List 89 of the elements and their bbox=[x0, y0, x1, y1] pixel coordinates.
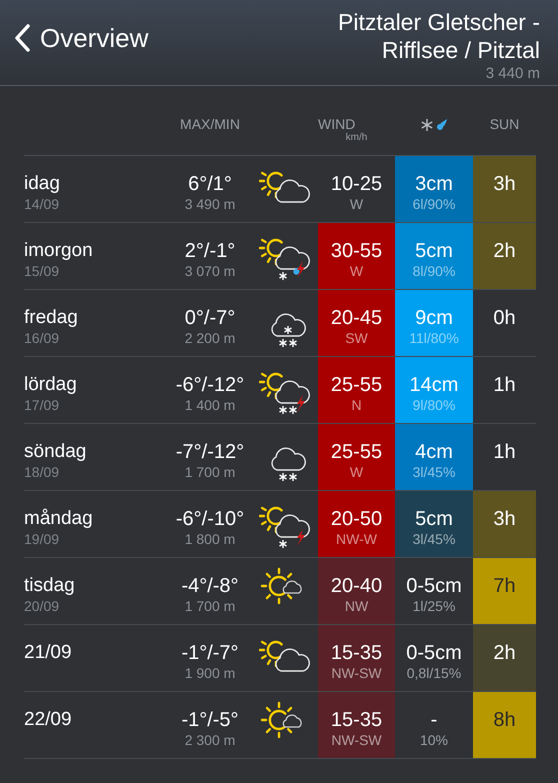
column-header: WIND bbox=[318, 116, 356, 132]
back-button[interactable]: Overview bbox=[12, 0, 148, 76]
altitude-label: 1 700 m bbox=[184, 597, 236, 615]
wind-direction: NW bbox=[344, 597, 368, 615]
wind-cell-value: 20-40 bbox=[330, 575, 382, 597]
column-header: MAX/MIN bbox=[179, 116, 241, 132]
precipitation-detail: 0,8l/15% bbox=[406, 664, 462, 682]
day-label: måndag bbox=[24, 508, 94, 530]
resort-title: Pitztaler Gletscher - Rifflsee / Pitztal bbox=[337, 8, 540, 64]
wind-direction: W bbox=[350, 262, 364, 280]
date-label: 20/09 bbox=[24, 597, 60, 615]
altitude-label: 3 440 m bbox=[486, 64, 540, 84]
precipitation-detail: 3l/45% bbox=[412, 463, 456, 481]
temperature-range: -4°/-8° bbox=[181, 575, 239, 597]
day-label: 21/09 bbox=[24, 642, 73, 664]
day-label: 22/09 bbox=[24, 709, 73, 731]
snow-cell-value: 5cm bbox=[415, 240, 453, 262]
wind-cell-value: 30-55 bbox=[330, 240, 382, 262]
date-label: 19/09 bbox=[24, 530, 60, 548]
precipitation-detail: 10% bbox=[420, 731, 448, 749]
sun-cell-value: 7h bbox=[493, 575, 516, 597]
sun-cell-value: 0h bbox=[493, 307, 516, 329]
sun-cell-value: 1h bbox=[493, 374, 516, 396]
snow-cell-value: 14cm bbox=[410, 374, 458, 396]
precipitation-detail: 3l/45% bbox=[412, 530, 456, 548]
chevron-left-icon bbox=[12, 23, 32, 53]
altitude-label: 1 800 m bbox=[184, 530, 236, 548]
temperature-range: 2°/-1° bbox=[184, 240, 236, 262]
raindrop-icon bbox=[436, 118, 448, 132]
temperature-range: 0°/-7° bbox=[184, 307, 236, 329]
day-label: imorgon bbox=[24, 240, 94, 262]
sun-cell-value: 8h bbox=[493, 709, 516, 731]
wind-direction: NW-SW bbox=[331, 664, 382, 682]
snow-cell-value: 0-5cm bbox=[406, 575, 462, 597]
sun-cell-value: 1h bbox=[493, 441, 516, 463]
temperature-range: -6°/-12° bbox=[176, 374, 244, 396]
wind-direction: NW-W bbox=[336, 530, 377, 548]
precipitation-detail: 11l/80% bbox=[409, 329, 459, 347]
date-label: 14/09 bbox=[24, 195, 60, 213]
sun-cell-value: 3h bbox=[493, 173, 516, 195]
altitude-label: 3 070 m bbox=[184, 262, 236, 280]
altitude-label: 1 400 m bbox=[184, 396, 236, 414]
temperature-range: -7°/-12° bbox=[176, 441, 244, 463]
day-label: fredag bbox=[24, 307, 79, 329]
snow-cell-value: 9cm bbox=[415, 307, 453, 329]
wind-cell-value: 25-55 bbox=[330, 441, 382, 463]
sun-cell-value: 3h bbox=[493, 508, 516, 530]
wind-direction: W bbox=[350, 195, 364, 213]
precipitation-detail: 8l/90% bbox=[412, 262, 456, 280]
snow-cell-value: 0-5cm bbox=[406, 642, 462, 664]
day-label: idag bbox=[24, 173, 61, 195]
altitude-label: 1 900 m bbox=[184, 664, 236, 682]
wind-direction: NW-SW bbox=[331, 731, 382, 749]
snow-cell-value: 3cm bbox=[415, 173, 453, 195]
temperature-range: -6°/-10° bbox=[176, 508, 244, 530]
day-label: tisdag bbox=[24, 575, 76, 597]
altitude-label: 2 300 m bbox=[184, 731, 236, 749]
wind-cell-value: 20-45 bbox=[330, 307, 382, 329]
date-label: 16/09 bbox=[24, 329, 60, 347]
precipitation-detail: 6l/90% bbox=[412, 195, 456, 213]
snow-cell-value: 5cm bbox=[415, 508, 453, 530]
wind-cell-value: 10-25 bbox=[330, 173, 382, 195]
snow-cell-value: - bbox=[430, 709, 438, 731]
date-label: 18/09 bbox=[24, 463, 60, 481]
altitude-label: 3 490 m bbox=[184, 195, 236, 213]
wind-direction: W bbox=[350, 463, 364, 481]
sun-cell-value: 2h bbox=[493, 642, 516, 664]
temperature-range: 6°/1° bbox=[188, 173, 232, 195]
temperature-range: -1°/-7° bbox=[181, 642, 239, 664]
date-label: 15/09 bbox=[24, 262, 60, 280]
altitude-label: 1 700 m bbox=[184, 463, 236, 481]
wind-direction: N bbox=[351, 396, 362, 414]
unit-label: km/h bbox=[346, 132, 368, 143]
column-header: SUN bbox=[488, 116, 520, 132]
precipitation-detail: 1l/25% bbox=[412, 597, 456, 615]
snow-cell-value: 4cm bbox=[415, 441, 453, 463]
wind-cell-value: 20-50 bbox=[330, 508, 382, 530]
temperature-range: -1°/-5° bbox=[181, 709, 239, 731]
day-label: söndag bbox=[24, 441, 88, 463]
snowflake-icon bbox=[420, 118, 434, 132]
date-label: 17/09 bbox=[24, 396, 60, 414]
wind-cell-value: 15-35 bbox=[330, 709, 382, 731]
altitude-label: 2 200 m bbox=[184, 329, 236, 347]
wind-cell-value: 15-35 bbox=[330, 642, 382, 664]
sun-cell-value: 2h bbox=[493, 240, 516, 262]
precipitation-detail: 9l/80% bbox=[412, 396, 456, 414]
wind-cell-value: 25-55 bbox=[330, 374, 382, 396]
wind-direction: SW bbox=[345, 329, 368, 347]
day-label: lördag bbox=[24, 374, 78, 396]
